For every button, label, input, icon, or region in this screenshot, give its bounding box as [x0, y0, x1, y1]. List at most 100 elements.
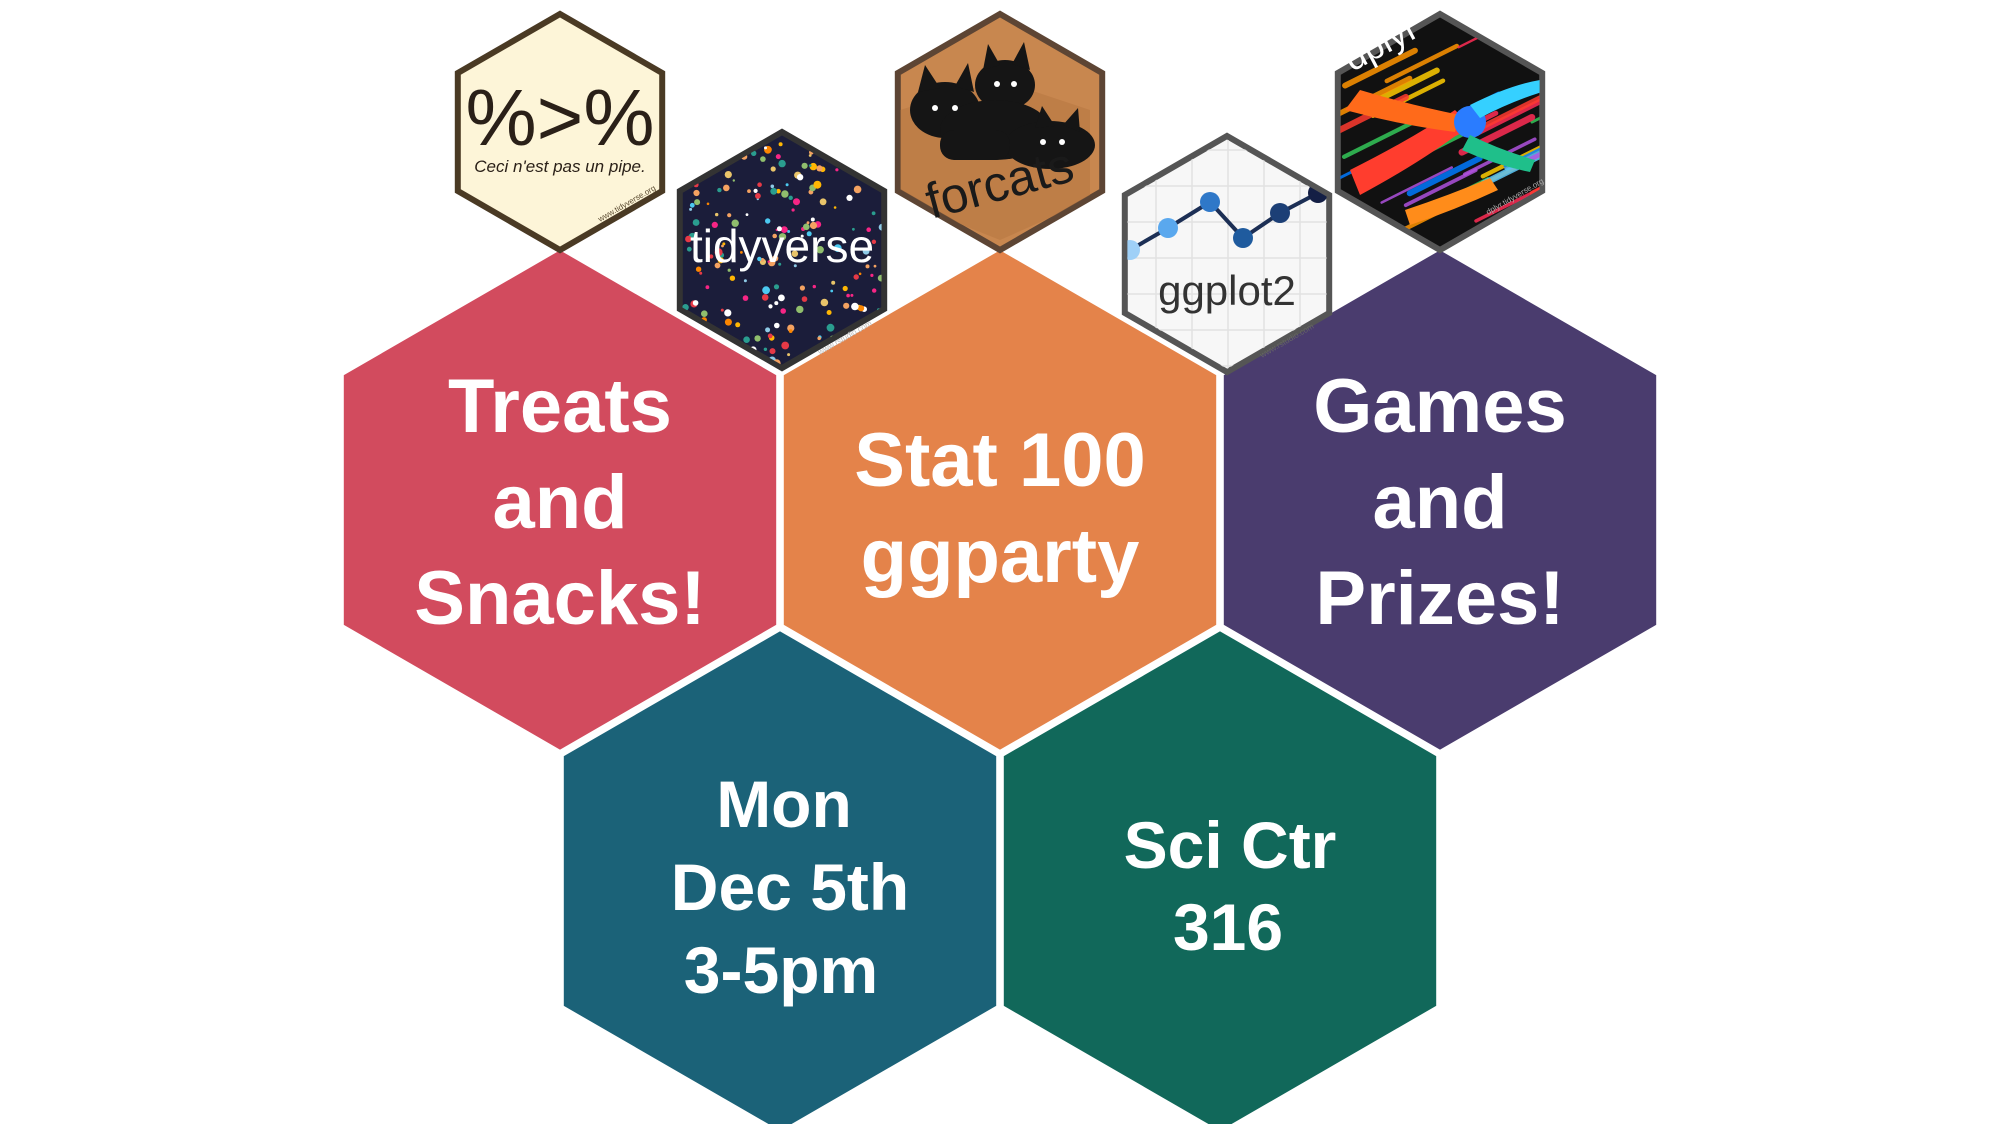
confetti-dot: [871, 211, 876, 216]
confetti-dot: [767, 333, 773, 339]
confetti-dot: [886, 130, 890, 134]
hex-treats-line-1: Treats: [448, 364, 672, 449]
confetti-dot: [889, 154, 894, 159]
confetti-dot: [691, 171, 699, 179]
plot-point: [1270, 203, 1290, 223]
confetti-dot: [853, 274, 859, 280]
confetti-dot: [831, 280, 836, 285]
confetti-dot: [667, 211, 670, 214]
confetti-dot: [699, 271, 703, 275]
confetti-dot: [666, 202, 672, 208]
confetti-dot: [894, 240, 897, 243]
event-date: Dec 5th: [671, 850, 909, 924]
confetti-dot: [755, 193, 761, 199]
confetti-dot: [846, 194, 853, 201]
confetti-dot: [760, 135, 766, 138]
confetti-dot: [699, 135, 708, 137]
confetti-dot: [848, 135, 854, 141]
confetti-dot: [793, 198, 800, 206]
event-building: Sci Ctr: [1124, 808, 1337, 882]
confetti-dot: [761, 294, 769, 301]
confetti-dot: [820, 298, 829, 307]
confetti-dot: [858, 272, 862, 276]
confetti-dot: [889, 252, 892, 255]
confetti-dot: [726, 139, 734, 147]
confetti-dot: [778, 294, 785, 302]
confetti-dot: [892, 198, 895, 201]
confetti-dot: [679, 169, 682, 172]
confetti-dot: [732, 179, 735, 182]
confetti-dot: [774, 322, 780, 329]
confetti-dot: [764, 146, 767, 150]
magrittr-pipe-symbol: %>%: [466, 73, 655, 162]
confetti-dot: [720, 308, 724, 312]
confetti-dot: [787, 353, 791, 357]
confetti-dot: [774, 301, 779, 306]
color-streak: [1549, 109, 1619, 144]
confetti-dot: [788, 195, 793, 200]
confetti-dot: [768, 304, 773, 309]
confetti-dot: [848, 162, 853, 166]
confetti-dot: [890, 275, 895, 280]
confetti-dot: [799, 285, 806, 291]
event-room: 316: [1173, 890, 1283, 964]
confetti-dot: [872, 288, 877, 293]
confetti-dot: [697, 169, 701, 174]
confetti-dot: [820, 131, 824, 135]
confetti-dot: [693, 189, 700, 197]
confetti-dot: [851, 302, 859, 311]
plot-point: [1158, 218, 1178, 238]
confetti-dot: [801, 162, 808, 169]
confetti-dot: [701, 140, 710, 148]
confetti-dot: [724, 318, 732, 326]
confetti-dot: [765, 327, 771, 333]
confetti-dot: [817, 135, 820, 136]
hex-games-line-3: Prizes!: [1315, 556, 1564, 641]
confetti-dot: [894, 229, 902, 237]
confetti-dot: [745, 213, 749, 217]
confetti-dot: [753, 188, 758, 193]
confetti-dot: [788, 329, 793, 333]
confetti-dot: [778, 142, 783, 147]
confetti-dot: [694, 199, 701, 206]
confetti-dot: [689, 207, 693, 211]
confetti-dot: [858, 305, 865, 312]
confetti-dot: [742, 295, 749, 301]
color-streak: [1505, 17, 1540, 50]
confetti-dot: [796, 305, 804, 314]
color-streak: [1558, 24, 1628, 59]
confetti-dot: [833, 206, 837, 209]
confetti-dot: [662, 245, 667, 250]
event-title-line-1: Stat 100: [854, 418, 1146, 503]
confetti-dot: [727, 213, 732, 218]
confetti-dot: [846, 293, 850, 298]
confetti-dot: [808, 164, 812, 167]
confetti-dot: [729, 275, 736, 281]
confetti-dot: [828, 135, 832, 137]
confetti-dot: [826, 323, 835, 332]
confetti-dot: [682, 164, 685, 168]
confetti-dot: [689, 202, 695, 208]
confetti-dot: [850, 293, 854, 297]
confetti-dot: [757, 182, 762, 187]
confetti-dot: [692, 135, 699, 139]
tidyverse-label: tidyverse: [690, 220, 874, 272]
confetti-dot: [664, 209, 670, 215]
confetti-dot: [662, 265, 669, 272]
confetti-dot: [724, 171, 732, 179]
confetti-dot: [744, 135, 749, 139]
confetti-dot: [870, 140, 877, 147]
event-title-line-2: ggparty: [861, 514, 1140, 599]
event-day: Mon: [716, 767, 852, 841]
confetti-dot: [692, 300, 699, 306]
confetti-dot: [747, 189, 751, 194]
ggplot2-label: ggplot2: [1158, 267, 1296, 314]
confetti-dot: [816, 165, 823, 172]
confetti-dot: [791, 208, 795, 212]
confetti-dot: [808, 154, 812, 157]
confetti-dot: [889, 274, 893, 278]
confetti-dot: [723, 184, 730, 192]
magrittr-sticker: %>% Ceci n'est pas un pipe. www.tidyvers…: [454, 10, 666, 254]
confetti-dot: [760, 156, 766, 162]
confetti-dot: [817, 336, 821, 341]
